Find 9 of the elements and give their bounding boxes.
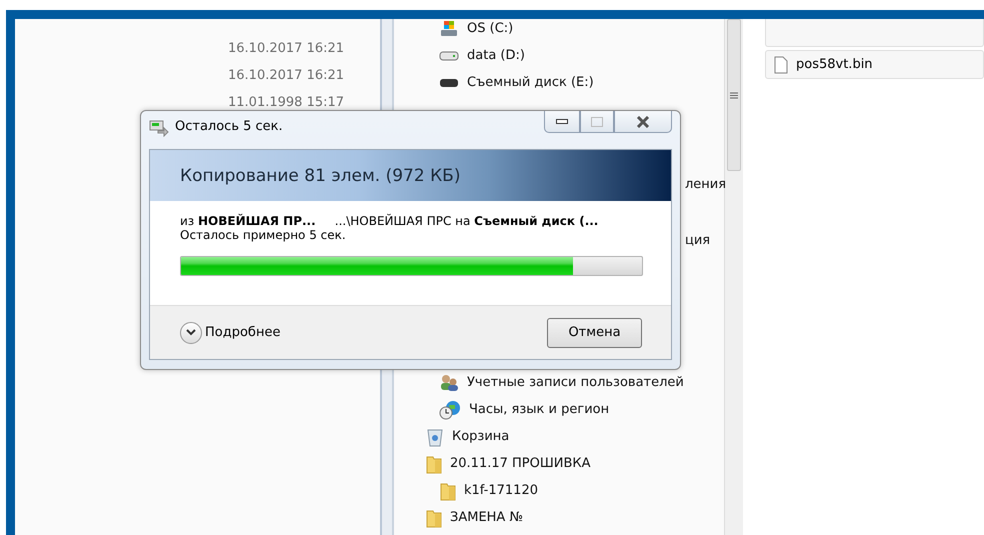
date-modified-text: 16.10.2017 16:21 [228, 67, 344, 85]
time-remaining-text: Осталось примерно 5 сек. [180, 228, 347, 242]
window-title: Осталось 5 сек. [175, 119, 284, 134]
nav-item-text: ления [685, 176, 724, 194]
date-modified-text: 11.01.1998 15:17 [228, 94, 344, 112]
date-modified-text: 16.10.2017 16:21 [228, 40, 344, 58]
copy-heading: Копирование 81 элем. (972 КБ) [180, 166, 460, 186]
nav-item-text: ция [685, 232, 712, 250]
copy-route-text: из НОВЕЙШАЯ ПР... ...\НОВЕЙШАЯ ПРС на Съемный диск (... [180, 214, 600, 228]
